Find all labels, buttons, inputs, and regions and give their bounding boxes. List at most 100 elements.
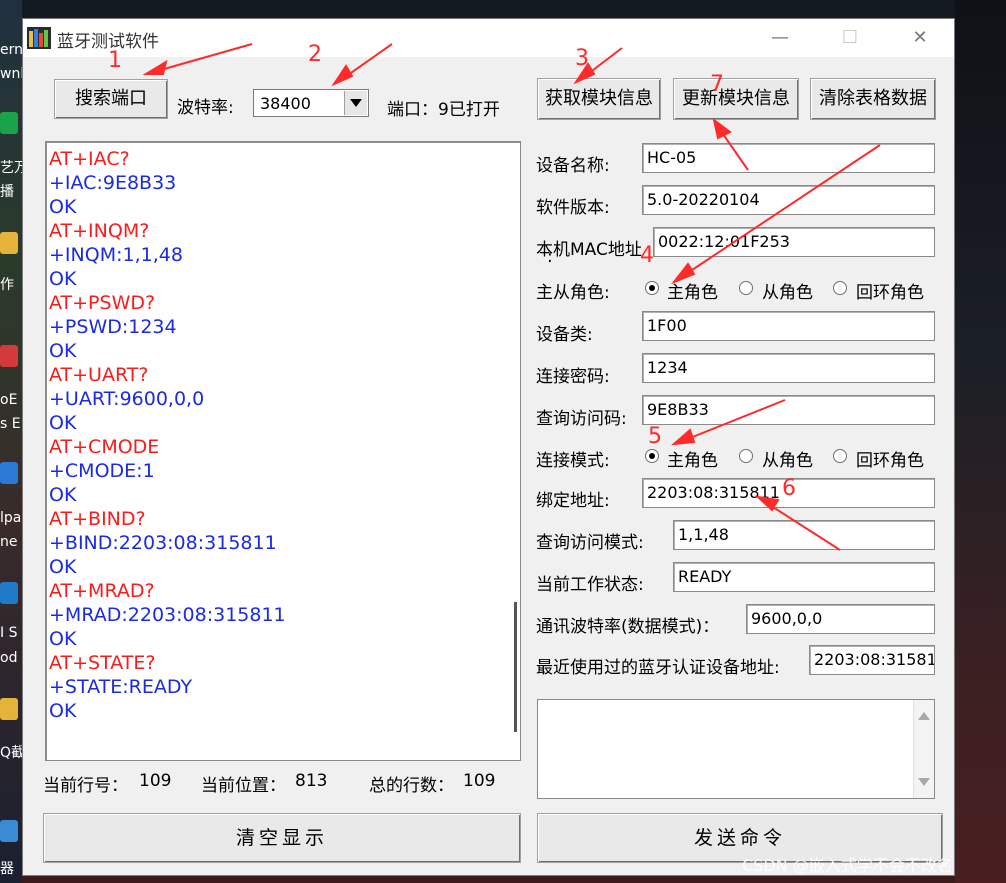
- desktop-icon-label[interactable]: ne: [0, 534, 22, 550]
- desktop-icon-label[interactable]: 作: [0, 274, 22, 294]
- role-loopback-radio[interactable]: [833, 281, 847, 295]
- device-class-label: 设备类:: [536, 325, 593, 345]
- log-command-line: AT+BIND?: [49, 508, 146, 530]
- recent-device-field[interactable]: 2203:08:315811: [809, 645, 935, 675]
- device-name-field[interactable]: HC-05: [642, 143, 935, 173]
- iac-field[interactable]: 9E8B33: [642, 395, 935, 425]
- device-class-field[interactable]: 1F00: [642, 311, 935, 341]
- uart-label: 通讯波特率(数据模式)：: [536, 617, 720, 637]
- password-field[interactable]: 1234: [642, 353, 935, 383]
- update-module-info-button[interactable]: 更新模块信息: [673, 78, 799, 120]
- annotation-number-3: 3: [575, 46, 589, 71]
- desktop-icon-label[interactable]: od: [0, 650, 22, 666]
- uart-field[interactable]: 9600,0,0: [746, 604, 935, 634]
- scroll-up-icon[interactable]: [918, 712, 930, 720]
- log-response-line: +STATE:READY: [49, 676, 193, 698]
- app-icon: [27, 27, 51, 49]
- desktop-folder-icon[interactable]: [0, 232, 22, 262]
- maximize-button[interactable]: ☐: [831, 23, 869, 53]
- log-response-line: OK: [49, 484, 77, 506]
- mode-loopback-radio[interactable]: [833, 449, 847, 463]
- baud-label: 波特率:: [177, 98, 234, 118]
- log-response-line: +MRAD:2203:08:315811: [49, 604, 286, 626]
- desktop-app-icon[interactable]: [0, 112, 22, 152]
- desktop-bottom-strip: [22, 876, 955, 883]
- total-lines-value: 109: [463, 771, 496, 791]
- log-response-line: +UART:9600,0,0: [49, 388, 205, 410]
- iac-label: 查询访问码:: [536, 409, 627, 429]
- mode-master-radio[interactable]: [645, 449, 659, 463]
- title-bar[interactable]: 蓝牙测试软件 — ☐ ✕: [23, 19, 954, 57]
- annotation-number-2: 2: [308, 42, 322, 67]
- desktop-icon-label[interactable]: wnl: [0, 66, 22, 82]
- work-state-field[interactable]: READY: [673, 562, 935, 592]
- desktop-icon-label[interactable]: I S: [0, 625, 22, 641]
- recent-device-label: 最近使用过的蓝牙认证设备地址:: [536, 658, 780, 678]
- log-command-line: AT+MRAD?: [49, 580, 155, 602]
- get-module-info-button[interactable]: 获取模块信息: [537, 78, 661, 120]
- role-master-radio[interactable]: [645, 281, 659, 295]
- desktop-icon-label[interactable]: 艺万: [0, 157, 22, 177]
- total-lines-label: 总的行数：: [369, 776, 454, 796]
- desktop-vscode-icon[interactable]: [0, 582, 22, 616]
- role-slave-label[interactable]: 从角色: [762, 278, 813, 303]
- desktop-icon-label[interactable]: Q截: [0, 742, 22, 762]
- log-command-line: AT+UART?: [49, 364, 149, 386]
- log-command-line: AT+INQM?: [49, 220, 150, 242]
- log-response-line: OK: [49, 412, 77, 434]
- version-field[interactable]: 5.0-20220104: [642, 185, 935, 215]
- baud-rate-select[interactable]: 38400: [253, 89, 369, 117]
- annotation-number-6: 6: [782, 476, 796, 501]
- clear-table-button[interactable]: 清除表格数据: [810, 78, 936, 120]
- command-input-area[interactable]: [537, 699, 935, 799]
- annotation-number-5: 5: [648, 424, 662, 449]
- role-slave-radio[interactable]: [739, 281, 753, 295]
- device-name-label: 设备名称:: [536, 156, 610, 176]
- mode-slave-radio[interactable]: [739, 449, 753, 463]
- role-label: 主从角色:: [536, 283, 610, 303]
- port-status: 端口：9已打开: [387, 100, 500, 120]
- role-loopback-label[interactable]: 回环角色: [856, 278, 924, 303]
- desktop-icon-label[interactable]: ern: [0, 42, 22, 58]
- bind-address-label: 绑定地址:: [536, 491, 610, 511]
- desktop-app-icon[interactable]: [0, 462, 22, 500]
- mode-slave-label[interactable]: 从角色: [762, 446, 813, 471]
- minimize-button[interactable]: —: [761, 23, 799, 53]
- chevron-down-icon[interactable]: [344, 91, 367, 115]
- desktop-icon-label[interactable]: s E: [0, 416, 22, 432]
- close-button[interactable]: ✕: [901, 23, 939, 53]
- mac-field[interactable]: 0022:12:01F253: [653, 227, 935, 257]
- log-response-line: OK: [49, 196, 77, 218]
- clear-display-button[interactable]: 清空显示: [43, 813, 521, 863]
- annotation-number-1: 1: [108, 48, 122, 73]
- role-master-label[interactable]: 主角色: [667, 278, 718, 303]
- password-label: 连接密码:: [536, 367, 610, 387]
- annotation-number-7: 7: [710, 72, 724, 97]
- log-response-line: OK: [49, 700, 77, 722]
- scroll-down-icon[interactable]: [918, 778, 930, 786]
- serial-log-area[interactable]: AT+IAC? +IAC:9E8B33 OK AT+INQM? +INQM:1,1,48…: [45, 141, 521, 761]
- log-response-line: OK: [49, 628, 77, 650]
- annotation-number-4: 4: [640, 243, 654, 268]
- version-label: 软件版本:: [536, 198, 610, 218]
- desktop-app-icon[interactable]: [0, 820, 22, 850]
- log-scrollbar[interactable]: [514, 602, 517, 732]
- log-response-line: +CMODE:1: [49, 460, 155, 482]
- desktop-icon-label[interactable]: lpa: [0, 510, 22, 526]
- memo-scrollbar[interactable]: [913, 700, 934, 798]
- desktop-right-strip: [955, 0, 1006, 883]
- desktop-icon-label[interactable]: 器: [0, 858, 22, 878]
- search-port-button[interactable]: 搜索端口: [54, 79, 168, 119]
- mode-loopback-label[interactable]: 回环角色: [856, 446, 924, 471]
- desktop-app-icon[interactable]: [0, 345, 22, 383]
- inquiry-mode-field[interactable]: 1,1,48: [673, 520, 935, 550]
- current-position-value: 813: [295, 771, 328, 791]
- desktop-icon-label[interactable]: 播: [0, 181, 22, 201]
- log-command-line: AT+STATE?: [49, 652, 156, 674]
- log-response-line: +BIND:2203:08:315811: [49, 532, 277, 554]
- baud-rate-value: 38400: [260, 94, 311, 113]
- desktop-icon-label[interactable]: oE: [0, 392, 22, 408]
- desktop-folder-icon[interactable]: [0, 698, 22, 728]
- connect-mode-label: 连接模式:: [536, 451, 610, 471]
- mode-master-label[interactable]: 主角色: [667, 446, 718, 471]
